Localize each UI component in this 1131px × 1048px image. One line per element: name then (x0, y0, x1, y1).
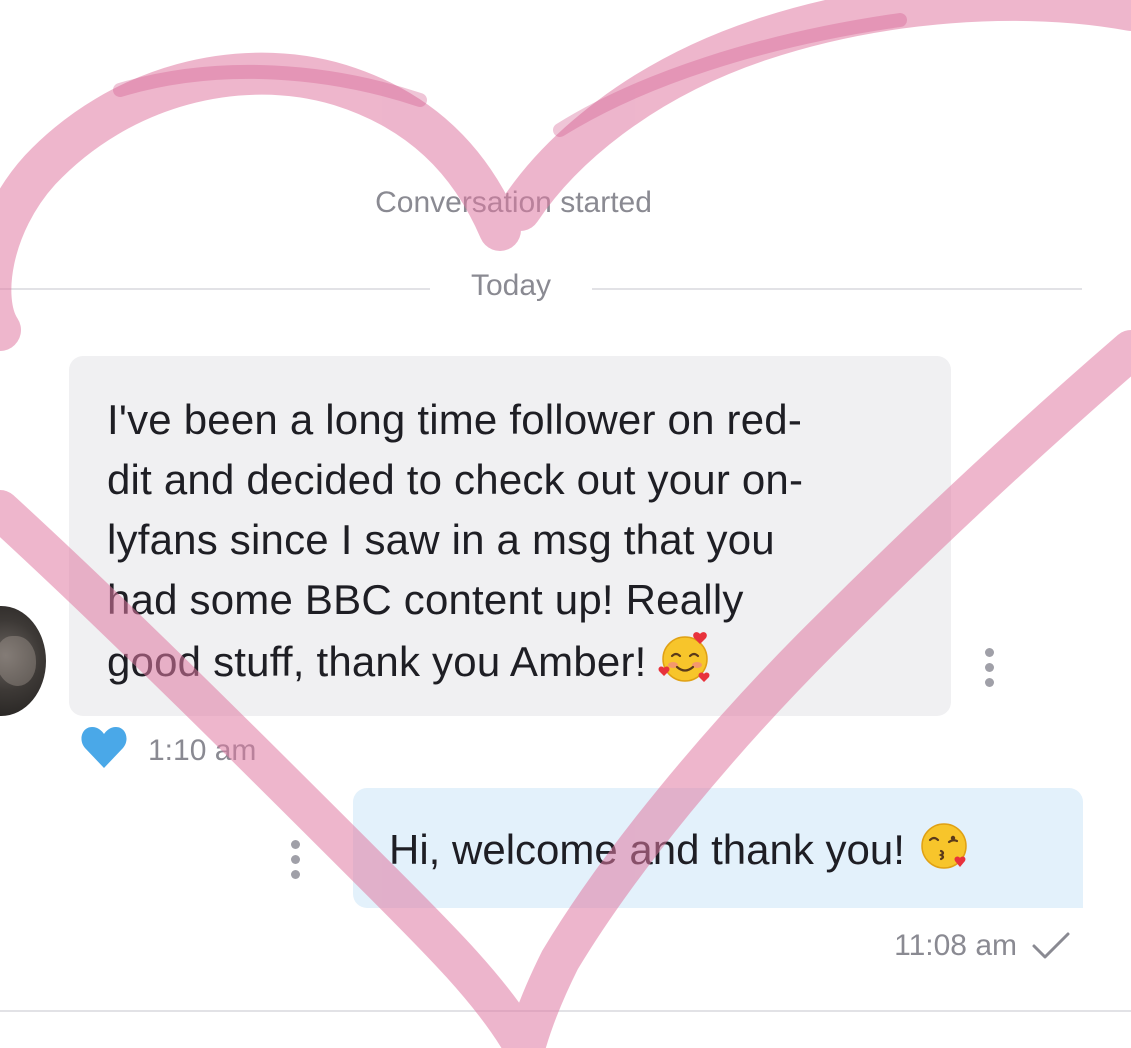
message-timestamp: 11:08 am (894, 929, 1017, 962)
face-blowing-kiss-emoji (917, 818, 971, 888)
message-timestamp: 1:10 am (148, 734, 257, 767)
heart-icon[interactable] (80, 724, 128, 770)
outgoing-message-bubble[interactable]: Hi, welcome and thank you! (353, 788, 1083, 908)
message-line: I've been a long time follower on red- (107, 396, 803, 443)
divider-line (0, 288, 430, 290)
message-line: had some BBC content up! Really (107, 576, 744, 623)
message-line: dit and decided to check out your on- (107, 456, 804, 503)
message-line: good stuff, thank you Amber! (107, 630, 897, 700)
chat-thread: Conversation started Today I've been a l… (0, 0, 1131, 1048)
incoming-message-bubble[interactable]: I've been a long time follower on red- d… (69, 356, 951, 716)
checkmark-icon (1032, 932, 1070, 959)
message-line-text: good stuff, thank you Amber! (107, 638, 647, 686)
outgoing-message-meta: 11:08 am (894, 924, 1071, 968)
message-line-text: Hi, welcome and thank you! (389, 826, 905, 874)
date-label: Today (470, 269, 552, 302)
more-vertical-icon[interactable] (983, 648, 995, 687)
divider-line (0, 1010, 1131, 1012)
conversation-started-label: Conversation started (375, 186, 652, 219)
divider-line (592, 288, 1082, 290)
outgoing-message-text: Hi, welcome and thank you! (389, 818, 1083, 888)
avatar[interactable] (0, 606, 46, 716)
more-vertical-icon[interactable] (289, 840, 301, 879)
date-divider: Today (0, 266, 1131, 310)
smiling-face-with-hearts-emoji (658, 630, 712, 700)
incoming-message-text: I've been a long time follower on red- d… (107, 390, 897, 700)
message-line: lyfans since I saw in a msg that you (107, 516, 775, 563)
